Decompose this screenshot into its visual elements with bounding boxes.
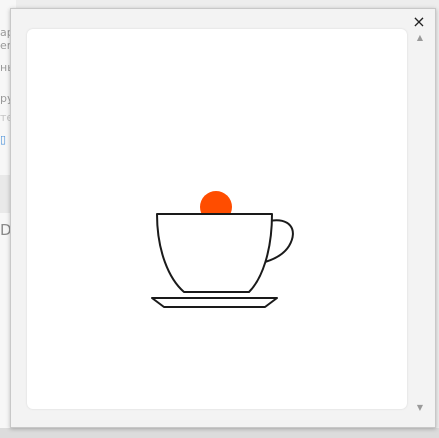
cup-outline: [151, 213, 294, 308]
scroll-down-arrow-icon[interactable]: ▼: [415, 403, 425, 413]
document-icon: ▯: [0, 133, 7, 146]
dialog-content: [27, 29, 407, 409]
scroll-up-arrow-icon[interactable]: ▲: [415, 33, 425, 43]
image-dialog: × ▲ ▼: [10, 8, 436, 428]
scrollbar[interactable]: ▲ ▼: [415, 33, 425, 413]
coffee-cup-icon: [151, 191, 294, 308]
close-button[interactable]: ×: [411, 13, 427, 31]
saucer: [151, 297, 278, 308]
cup-body: [156, 213, 273, 293]
background-footer: [0, 428, 439, 438]
